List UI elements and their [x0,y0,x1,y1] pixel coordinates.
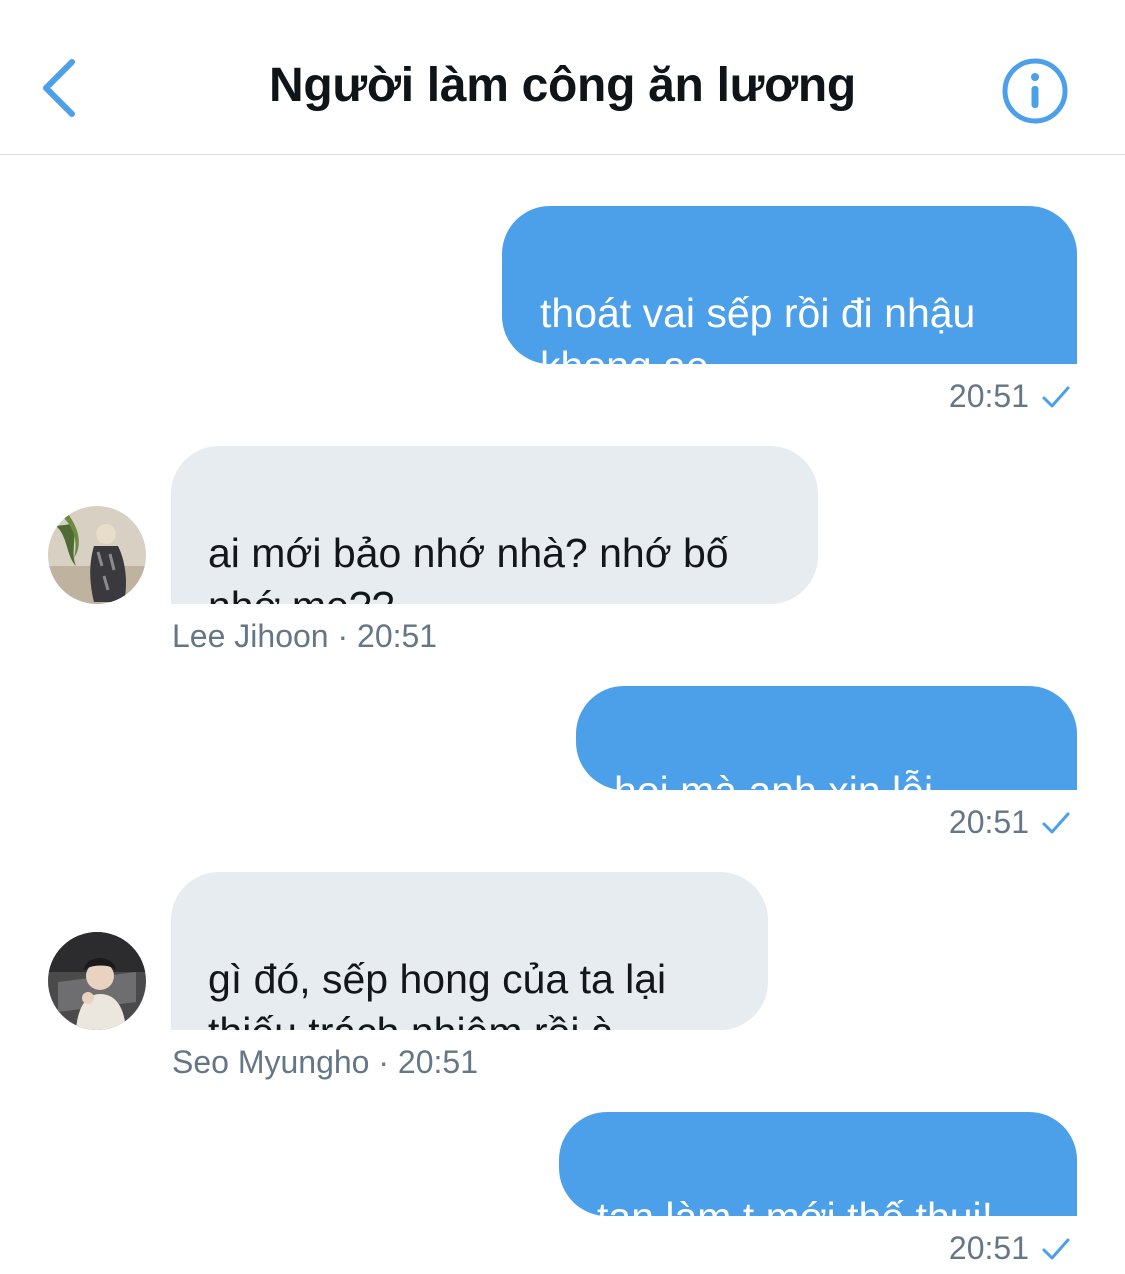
info-button[interactable] [1000,56,1070,126]
message-meta: 20:51 [949,378,1071,415]
conversation-header: Người làm công ăn lương [0,0,1125,155]
message-text: hoi mà anh xin lỗi [614,768,933,790]
outgoing-message-bubble[interactable]: hoi mà anh xin lỗi [576,686,1077,790]
message-meta: 20:51 [949,804,1071,841]
message-time: 20:51 [948,1230,1029,1266]
check-icon [1042,386,1070,407]
incoming-message-bubble[interactable]: ai mới bảo nhớ nhà? nhớ bố nhớ mẹ?? [171,446,818,604]
check-icon [1042,812,1070,833]
info-icon [1002,58,1068,124]
avatar[interactable] [48,506,146,604]
outgoing-message-bubble[interactable]: thoát vai sếp rồi đi nhậu khong ae [502,206,1077,364]
outgoing-message-bubble[interactable]: tan làm t mới thế thui! [559,1112,1077,1216]
message-text: ai mới bảo nhớ nhà? nhớ bố nhớ mẹ?? [208,530,729,604]
message-text: tan làm t mới thế thui! [597,1194,993,1216]
message-time: 20:51 [948,378,1029,414]
message-meta: 20:51 [949,1230,1071,1267]
conversation-title: Người làm công ăn lương [269,59,856,112]
message-text: thoát vai sếp rồi đi nhậu khong ae [540,290,976,364]
avatar[interactable] [48,932,146,1030]
message-meta: Seo Myungho · 20:51 [172,1044,478,1080]
message-text: gì đó, sếp hong của ta lại thiếu trách n… [208,956,667,1030]
message-meta: Lee Jihoon · 20:51 [172,618,438,654]
message-time: 20:51 [948,804,1029,840]
check-icon [1042,1238,1070,1259]
incoming-message-bubble[interactable]: gì đó, sếp hong của ta lại thiếu trách n… [171,872,768,1030]
